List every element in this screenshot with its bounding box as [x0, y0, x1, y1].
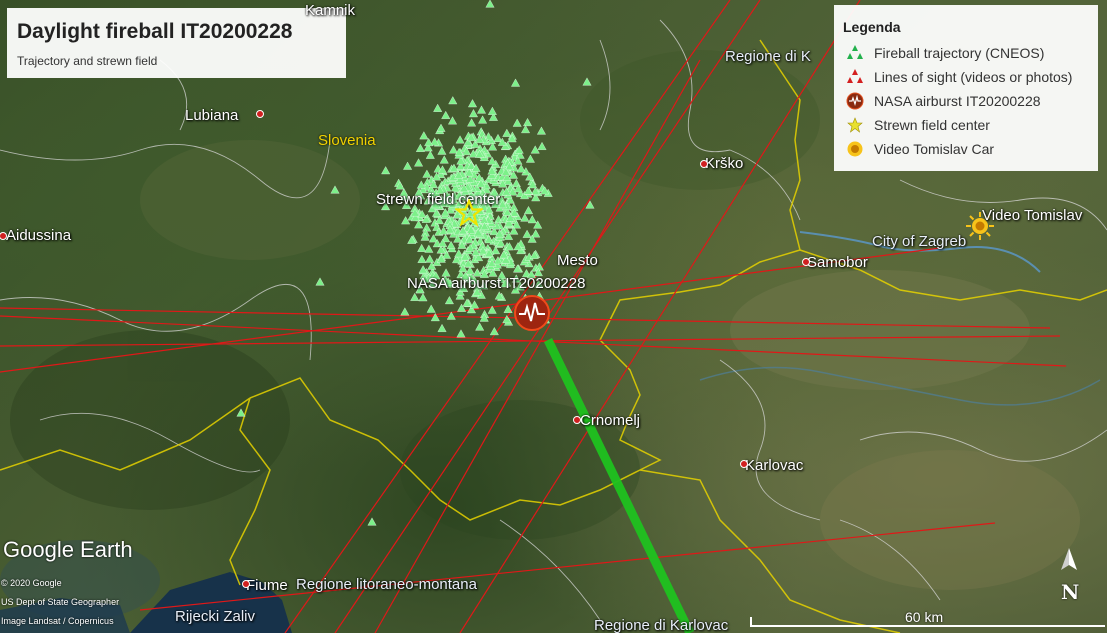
place-marker — [242, 580, 250, 588]
star-icon — [846, 116, 864, 134]
legend-label: NASA airburst IT20200228 — [874, 93, 1041, 109]
scale-bar: 60 km — [750, 607, 1105, 629]
place-label-fiume: Fiume — [246, 577, 288, 594]
region-label-litoraneo: Regione litoraneo-montana — [296, 576, 477, 593]
airburst-label: NASA airburst IT20200228 — [407, 275, 586, 292]
scale-label: 60 km — [905, 609, 944, 625]
legend-item-trajectory: Fireball trajectory (CNEOS) — [846, 43, 1044, 63]
place-marker — [700, 160, 708, 168]
legend-label: Video Tomislav Car — [874, 141, 995, 157]
airburst-icon — [846, 92, 864, 110]
place-label-kamnik: Kamnik — [305, 2, 356, 19]
place-marker — [573, 416, 581, 424]
map-view[interactable]: Daylight fireball IT20200228 Trajectory … — [0, 0, 1107, 633]
legend-label: Fireball trajectory (CNEOS) — [874, 45, 1045, 61]
title-panel: Daylight fireball IT20200228 Trajectory … — [7, 8, 346, 78]
region-label-krapina: Regione di K — [725, 48, 811, 65]
place-label-karlovac: Karlovac — [745, 457, 804, 474]
credit-google: © 2020 Google — [1, 578, 62, 588]
place-label-crnomelj: Crnomelj — [580, 412, 641, 429]
map-title: Daylight fireball IT20200228 — [17, 20, 293, 43]
region-label-karlovac: Regione di Karlovac — [594, 617, 729, 633]
video-label: Video Tomislav — [982, 207, 1083, 224]
legend-item-video: Video Tomislav Car — [846, 139, 994, 159]
airburst-marker-icon[interactable] — [513, 294, 551, 332]
credit-geographer: US Dept of State Geographer — [1, 597, 120, 607]
place-marker — [740, 460, 748, 468]
north-arrow-icon — [1061, 548, 1077, 570]
place-label-aidussina: Aidussina — [6, 227, 72, 244]
legend-title: Legenda — [843, 19, 901, 35]
google-earth-logo: Google Earth — [3, 537, 133, 562]
place-label-rijecki: Rijecki Zaliv — [175, 608, 256, 625]
country-label-slovenia: Slovenia — [318, 132, 376, 149]
place-label-krsko: Krško — [705, 155, 744, 172]
legend-panel: Legenda Fireball trajectory (CNEOS) Line… — [834, 5, 1098, 171]
legend-label: Lines of sight (videos or photos) — [874, 69, 1073, 85]
legend-item-strewn: Strewn field center — [846, 115, 990, 135]
place-label-lubiana: Lubiana — [185, 107, 239, 124]
sun-icon — [846, 140, 864, 158]
green-triangles-icon — [846, 44, 864, 62]
credit-imagery: Image Landsat / Copernicus — [1, 616, 114, 626]
place-label-mesto: Mesto — [557, 252, 598, 269]
red-triangles-icon — [846, 68, 864, 86]
place-label-zagreb: City of Zagreb — [872, 233, 967, 250]
place-label-samobor: Samobor — [807, 254, 868, 271]
map-subtitle: Trajectory and strewn field — [17, 54, 158, 68]
place-marker — [256, 110, 264, 118]
legend-item-sightlines: Lines of sight (videos or photos) — [846, 67, 1072, 87]
compass[interactable]: N — [1056, 546, 1082, 604]
place-marker — [802, 258, 810, 266]
scale-line — [750, 625, 1105, 627]
legend-item-airburst: NASA airburst IT20200228 — [846, 91, 1041, 111]
compass-label: N — [1061, 580, 1080, 604]
strewn-center-star-icon[interactable] — [453, 198, 485, 227]
legend-label: Strewn field center — [874, 117, 990, 133]
